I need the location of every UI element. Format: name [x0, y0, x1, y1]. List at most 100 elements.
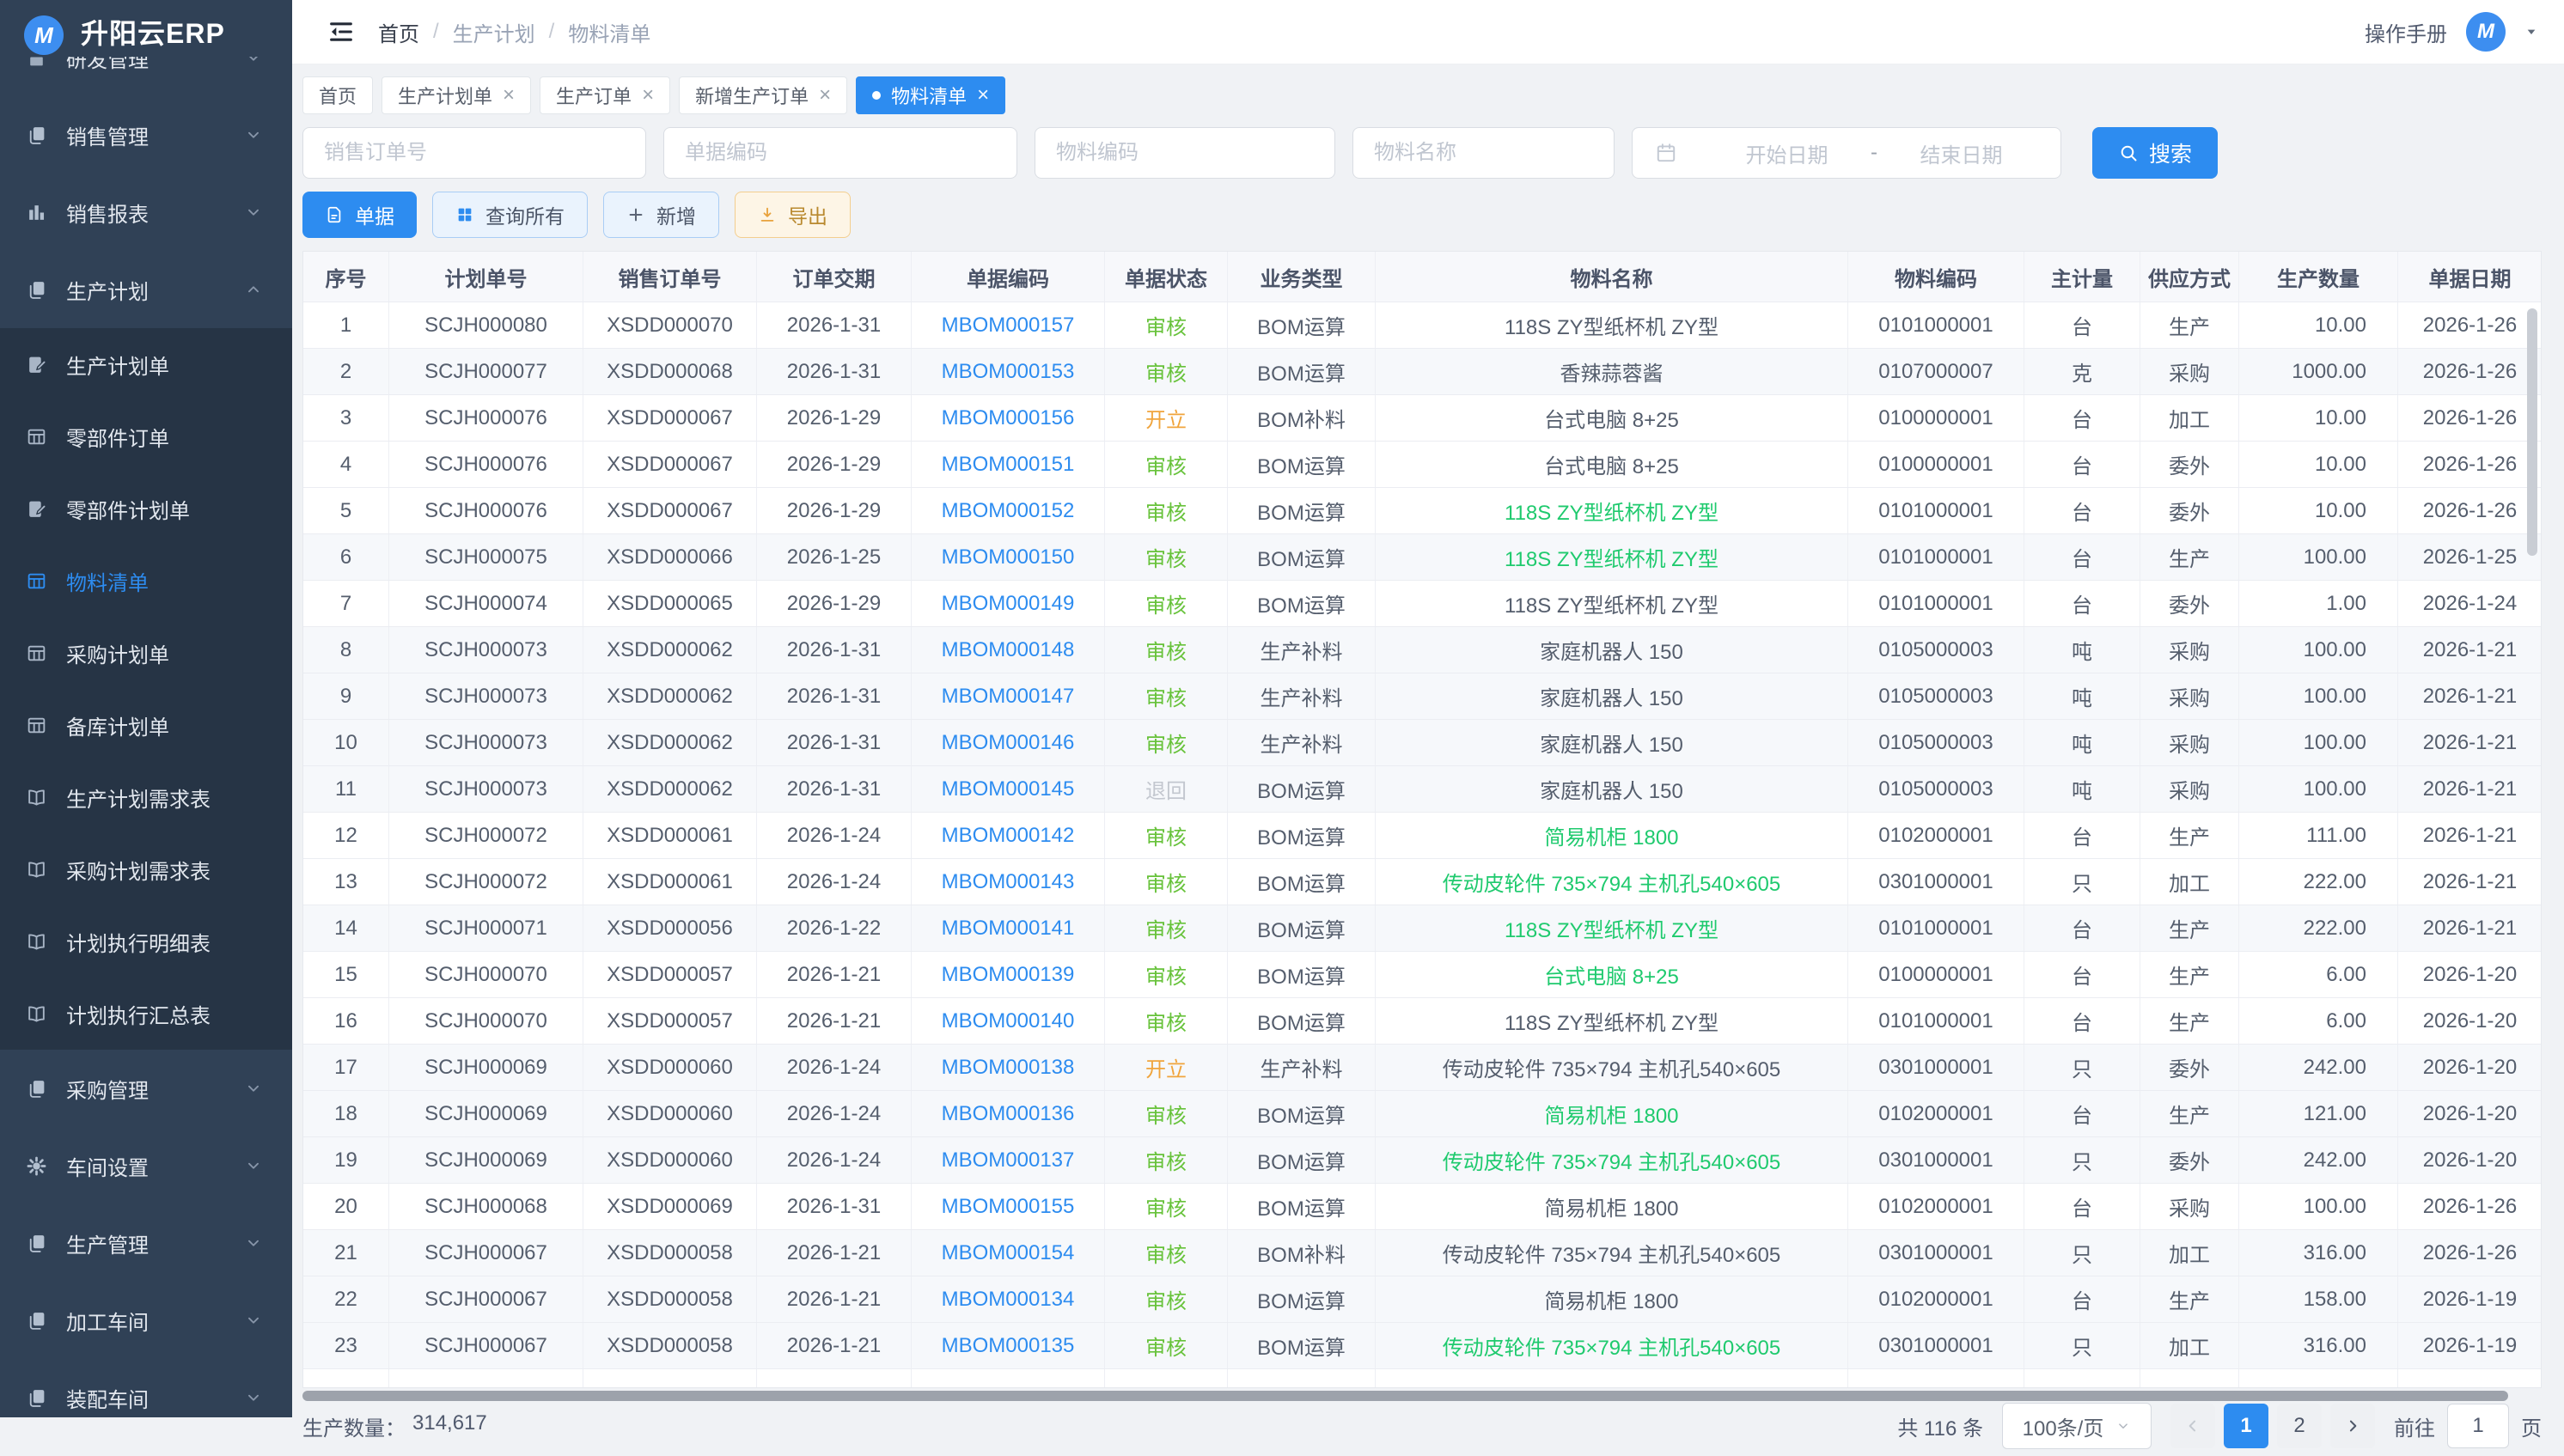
horizontal-scrollbar-thumb[interactable]	[302, 1391, 2508, 1401]
sidebar-item-plan-exec-summary[interactable]: 计划执行汇总表	[0, 978, 292, 1050]
sidebar-item-parts-order[interactable]: 零部件订单	[0, 400, 292, 472]
close-icon[interactable]: ×	[819, 85, 831, 106]
doc-link[interactable]: MBOM000136	[942, 1102, 1075, 1126]
table-row[interactable]: 22SCJH000067XSDD0000582026-1-21MBOM00013…	[303, 1276, 2541, 1323]
menu-fold-icon[interactable]	[327, 17, 356, 46]
table-row[interactable]: 12SCJH000072XSDD0000612026-1-24MBOM00014…	[303, 813, 2541, 859]
sidebar-item-assembly-workshop[interactable]: 装配车间	[0, 1359, 292, 1417]
doc-link[interactable]: MBOM000149	[942, 592, 1075, 616]
table-row[interactable]: 6SCJH000075XSDD0000662026-1-25MBOM000150…	[303, 534, 2541, 581]
doc-link[interactable]: MBOM000156	[942, 406, 1075, 430]
table-row[interactable]: 5SCJH000076XSDD0000672026-1-29MBOM000152…	[303, 488, 2541, 534]
table-row[interactable]: 19SCJH000069XSDD0000602026-1-24MBOM00013…	[303, 1137, 2541, 1184]
sidebar-item-processing-workshop[interactable]: 加工车间	[0, 1282, 292, 1359]
tab-material-list[interactable]: 物料清单×	[856, 76, 1005, 114]
sidebar-item-purchase-mgmt[interactable]: 采购管理	[0, 1050, 292, 1127]
sidebar-item-parts-plan-order[interactable]: 零部件计划单	[0, 472, 292, 545]
date-range-input[interactable]: 开始日期 - 结束日期	[1632, 127, 2061, 179]
material-code-input[interactable]	[1035, 127, 1335, 179]
sidebar-item-sales-report[interactable]: 销售报表	[0, 174, 292, 251]
sidebar-item-purchase-plan-order[interactable]: 采购计划单	[0, 617, 292, 689]
doc-link[interactable]: MBOM000157	[942, 314, 1075, 338]
doc-link[interactable]: MBOM000145	[942, 777, 1075, 801]
sidebar-item-purchase-plan-demand[interactable]: 采购计划需求表	[0, 833, 292, 905]
sidebar-item-production-plan-demand[interactable]: 生产计划需求表	[0, 761, 292, 833]
table-row[interactable]: 18SCJH000069XSDD0000602026-1-24MBOM00013…	[303, 1091, 2541, 1137]
avatar[interactable]: M	[2466, 12, 2506, 52]
prev-page-button[interactable]	[2170, 1404, 2215, 1448]
table-row[interactable]: 4SCJH000076XSDD0000672026-1-29MBOM000151…	[303, 442, 2541, 488]
table-row[interactable]: 13SCJH000072XSDD0000612026-1-24MBOM00014…	[303, 859, 2541, 905]
qty-summary-value: 314,617	[412, 1411, 487, 1441]
page-button-2[interactable]: 2	[2277, 1404, 2322, 1448]
doc-link[interactable]: MBOM000142	[942, 824, 1075, 848]
table-row[interactable]: 7SCJH000074XSDD0000652026-1-29MBOM000149…	[303, 581, 2541, 627]
table-row[interactable]: 16SCJH000070XSDD0000572026-1-21MBOM00014…	[303, 998, 2541, 1045]
table-row[interactable]: 23SCJH000067XSDD0000582026-1-21MBOM00013…	[303, 1323, 2541, 1369]
close-icon[interactable]: ×	[977, 85, 989, 106]
doc-link[interactable]: MBOM000154	[942, 1241, 1075, 1265]
doc-link[interactable]: MBOM000146	[942, 731, 1075, 755]
table-row[interactable]: 17SCJH000069XSDD0000602026-1-24MBOM00013…	[303, 1045, 2541, 1091]
breadcrumb-item[interactable]: 生产计划	[453, 17, 535, 47]
sidebar-item-sales-mgmt[interactable]: 销售管理	[0, 96, 292, 174]
tab-new-production-order[interactable]: 新增生产订单×	[679, 76, 847, 114]
material-name-input[interactable]	[1352, 127, 1615, 179]
close-icon[interactable]: ×	[642, 85, 654, 106]
doc-link[interactable]: MBOM000147	[942, 685, 1075, 709]
doc-link[interactable]: MBOM000155	[942, 1195, 1075, 1219]
table-row[interactable]: 21SCJH000067XSDD0000582026-1-21MBOM00015…	[303, 1230, 2541, 1276]
table-row[interactable]: 1SCJH000080XSDD0000702026-1-31MBOM000157…	[303, 302, 2541, 349]
sidebar-item-stock-plan-order[interactable]: 备库计划单	[0, 689, 292, 761]
doc-link[interactable]: MBOM000151	[942, 453, 1075, 477]
doc-link[interactable]: MBOM000139	[942, 963, 1075, 987]
sidebar-item-production-plan-order[interactable]: 生产计划单	[0, 328, 292, 400]
doc-link[interactable]: MBOM000152	[942, 499, 1075, 523]
doc-link[interactable]: MBOM000135	[942, 1334, 1075, 1358]
sidebar-item-plan-exec-detail[interactable]: 计划执行明细表	[0, 905, 292, 978]
doc-link[interactable]: MBOM000143	[942, 870, 1075, 894]
table-row[interactable]: 20SCJH000068XSDD0000692026-1-31MBOM00015…	[303, 1184, 2541, 1230]
doc-link[interactable]: MBOM000148	[942, 638, 1075, 662]
table-row[interactable]: 8SCJH000073XSDD0000622026-1-31MBOM000148…	[303, 627, 2541, 673]
doc-code-input[interactable]	[663, 127, 1017, 179]
doc-link[interactable]: MBOM000134	[942, 1288, 1075, 1312]
next-page-button[interactable]	[2330, 1404, 2375, 1448]
page-button-1[interactable]: 1	[2224, 1404, 2268, 1448]
search-button[interactable]: 搜索	[2092, 127, 2218, 179]
table-row[interactable]: 9SCJH000073XSDD0000622026-1-31MBOM000147…	[303, 673, 2541, 720]
table-row[interactable]: 15SCJH000070XSDD0000572026-1-21MBOM00013…	[303, 952, 2541, 998]
doc-link[interactable]: MBOM000150	[942, 545, 1075, 570]
sidebar-item-workshop-settings[interactable]: 车间设置	[0, 1127, 292, 1204]
table-row[interactable]: 2SCJH000077XSDD0000682026-1-31MBOM000153…	[303, 349, 2541, 395]
table-row[interactable]: 10SCJH000073XSDD0000622026-1-31MBOM00014…	[303, 720, 2541, 766]
table-row[interactable]: 3SCJH000076XSDD0000672026-1-29MBOM000156…	[303, 395, 2541, 442]
cell-doc-date: 2026-1-21	[2398, 720, 2542, 765]
vertical-scrollbar-thumb[interactable]	[2527, 308, 2537, 556]
goto-page-input[interactable]	[2447, 1404, 2509, 1448]
tab-home[interactable]: 首页	[302, 76, 373, 114]
doc-link[interactable]: MBOM000137	[942, 1148, 1075, 1173]
close-icon[interactable]: ×	[503, 85, 515, 106]
doc-link[interactable]: MBOM000140	[942, 1009, 1075, 1033]
sales-order-no-input[interactable]	[302, 127, 646, 179]
page-size-select[interactable]: 100条/页	[2002, 1403, 2152, 1449]
add-button[interactable]: 新增	[603, 192, 719, 238]
sidebar-item-production-plan[interactable]: 生产计划	[0, 251, 292, 328]
breadcrumb-item[interactable]: 首页	[378, 17, 419, 47]
export-button[interactable]: 导出	[735, 192, 851, 238]
sidebar-item-production-mgmt[interactable]: 生产管理	[0, 1204, 292, 1282]
tab-production-order[interactable]: 生产订单×	[540, 76, 670, 114]
query-all-button[interactable]: 查询所有	[432, 192, 588, 238]
tab-production-plan-order[interactable]: 生产计划单×	[382, 76, 531, 114]
table-row[interactable]: 14SCJH000071XSDD0000562026-1-22MBOM00014…	[303, 905, 2541, 952]
doc-link[interactable]: MBOM000138	[942, 1056, 1075, 1080]
avatar-caret-icon[interactable]	[2524, 25, 2538, 39]
doc-link[interactable]: MBOM000141	[942, 917, 1075, 941]
table-row[interactable]: 11SCJH000073XSDD0000622026-1-31MBOM00014…	[303, 766, 2541, 813]
doc-button[interactable]: 单据	[302, 192, 417, 238]
sidebar-item-label: 备库计划单	[66, 710, 263, 740]
sidebar-item-material-list[interactable]: 物料清单	[0, 545, 292, 617]
manual-link[interactable]: 操作手册	[2365, 17, 2447, 47]
doc-link[interactable]: MBOM000153	[942, 360, 1075, 384]
